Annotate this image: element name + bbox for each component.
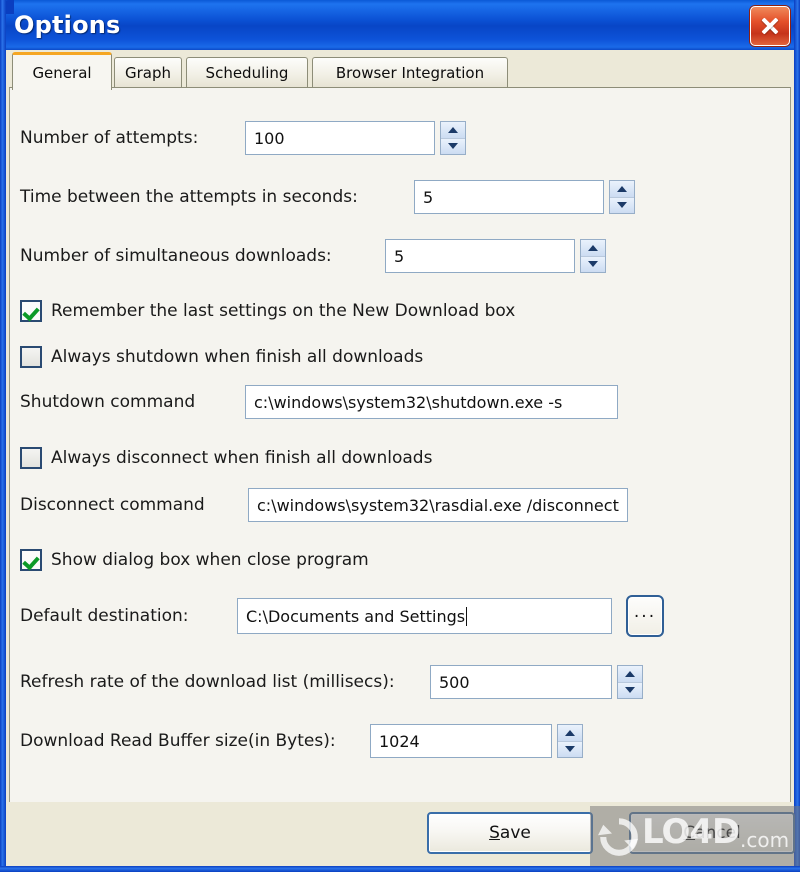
checkbox-show-dialog-on-close-label: Show dialog box when close program bbox=[51, 550, 369, 570]
stepper-down-icon[interactable] bbox=[441, 138, 465, 154]
stepper-down-icon[interactable] bbox=[581, 256, 605, 272]
options-dialog-window: Options General Graph Scheduling Browser… bbox=[0, 0, 800, 872]
input-default-destination-value: C:\Documents and Settings bbox=[246, 606, 466, 626]
stepper-time-between-attempts[interactable] bbox=[609, 180, 635, 214]
stepper-down-icon[interactable] bbox=[558, 741, 582, 757]
text-caret bbox=[466, 606, 468, 626]
input-disconnect-command-value: c:\windows\system32\rasdial.exe /disconn… bbox=[257, 495, 619, 515]
tab-general-label: General bbox=[32, 63, 92, 82]
input-shutdown-command-value: c:\windows\system32\shutdown.exe -s bbox=[254, 392, 563, 412]
stepper-up-icon[interactable] bbox=[558, 725, 582, 742]
checkbox-unchecked-icon bbox=[20, 447, 42, 469]
label-shutdown-command: Shutdown command bbox=[20, 392, 196, 412]
input-download-read-buffer[interactable]: 1024 bbox=[370, 724, 552, 758]
cancel-button[interactable]: Cancel bbox=[629, 812, 795, 854]
tab-graph-label: Graph bbox=[124, 64, 171, 82]
input-number-of-attempts[interactable]: 100 bbox=[245, 121, 435, 155]
input-default-destination[interactable]: C:\Documents and Settings bbox=[237, 598, 612, 634]
stepper-up-icon[interactable] bbox=[610, 181, 634, 198]
stepper-download-read-buffer[interactable] bbox=[557, 724, 583, 758]
stepper-up-icon[interactable] bbox=[441, 122, 465, 139]
row-shutdown-command: Shutdown command c:\windows\system32\shu… bbox=[20, 385, 618, 419]
row-disconnect-command: Disconnect command c:\windows\system32\r… bbox=[20, 488, 628, 522]
checkbox-always-shutdown-label: Always shutdown when finish all download… bbox=[51, 347, 424, 367]
label-default-destination: Default destination: bbox=[20, 606, 189, 626]
dialog-client-area: General Graph Scheduling Browser Integra… bbox=[6, 50, 795, 866]
stepper-up-icon[interactable] bbox=[581, 240, 605, 257]
tab-browser-integration-label: Browser Integration bbox=[335, 64, 485, 82]
row-download-read-buffer: Download Read Buffer size(in Bytes): 102… bbox=[20, 724, 583, 758]
dialog-button-bar: Save Cancel bbox=[9, 802, 795, 864]
input-refresh-rate[interactable]: 500 bbox=[430, 665, 612, 699]
checkbox-remember-last-settings-label: Remember the last settings on the New Do… bbox=[51, 301, 516, 321]
input-shutdown-command[interactable]: c:\windows\system32\shutdown.exe -s bbox=[245, 385, 618, 419]
tab-browser-integration[interactable]: Browser Integration bbox=[312, 57, 508, 88]
checkbox-remember-last-settings[interactable]: Remember the last settings on the New Do… bbox=[20, 300, 515, 322]
general-tab-panel: Number of attempts: 100 Time between the… bbox=[9, 87, 791, 814]
stepper-down-icon[interactable] bbox=[618, 682, 642, 698]
row-simultaneous-downloads: Number of simultaneous downloads: 5 bbox=[20, 239, 606, 273]
title-bar: Options bbox=[0, 0, 800, 50]
input-simultaneous-downloads[interactable]: 5 bbox=[385, 239, 575, 273]
stepper-refresh-rate[interactable] bbox=[617, 665, 643, 699]
label-time-between-attempts: Time between the attempts in seconds: bbox=[20, 187, 358, 207]
save-button[interactable]: Save bbox=[427, 812, 593, 854]
label-refresh-rate: Refresh rate of the download list (milli… bbox=[20, 672, 395, 692]
input-time-between-attempts[interactable]: 5 bbox=[414, 180, 604, 214]
input-time-between-attempts-value: 5 bbox=[423, 187, 434, 207]
tab-graph[interactable]: Graph bbox=[114, 57, 182, 88]
row-default-destination: Default destination: C:\Documents and Se… bbox=[20, 595, 664, 637]
checkbox-always-disconnect-label: Always disconnect when finish all downlo… bbox=[51, 448, 433, 468]
window-title: Options bbox=[14, 11, 121, 39]
save-button-label: ave bbox=[499, 823, 531, 843]
input-refresh-rate-value: 500 bbox=[439, 672, 470, 692]
label-number-of-attempts: Number of attempts: bbox=[20, 128, 199, 148]
cancel-button-accel: C bbox=[683, 823, 696, 843]
checkbox-unchecked-icon bbox=[20, 346, 42, 368]
input-download-read-buffer-value: 1024 bbox=[379, 731, 420, 751]
tab-strip: General Graph Scheduling Browser Integra… bbox=[6, 50, 794, 90]
input-simultaneous-downloads-value: 5 bbox=[394, 246, 405, 266]
checkbox-checked-icon bbox=[20, 549, 42, 571]
row-refresh-rate: Refresh rate of the download list (milli… bbox=[20, 665, 643, 699]
cancel-button-label: ancel bbox=[695, 823, 741, 843]
stepper-number-of-attempts[interactable] bbox=[440, 121, 466, 155]
checkbox-show-dialog-on-close[interactable]: Show dialog box when close program bbox=[20, 549, 369, 571]
label-download-read-buffer: Download Read Buffer size(in Bytes): bbox=[20, 731, 336, 751]
tab-scheduling-label: Scheduling bbox=[205, 64, 289, 82]
checkbox-checked-icon bbox=[20, 300, 42, 322]
window-border-bottom bbox=[0, 866, 800, 872]
stepper-up-icon[interactable] bbox=[618, 666, 642, 683]
save-button-accel: S bbox=[489, 823, 500, 843]
browse-folder-button-label: ... bbox=[633, 601, 657, 622]
row-time-between-attempts: Time between the attempts in seconds: 5 bbox=[20, 180, 635, 214]
window-border-right bbox=[794, 0, 800, 872]
input-number-of-attempts-value: 100 bbox=[254, 128, 285, 148]
tab-scheduling[interactable]: Scheduling bbox=[186, 57, 308, 88]
browse-folder-button[interactable]: ... bbox=[626, 595, 664, 637]
stepper-simultaneous-downloads[interactable] bbox=[580, 239, 606, 273]
stepper-down-icon[interactable] bbox=[610, 197, 634, 213]
label-disconnect-command: Disconnect command bbox=[20, 495, 205, 515]
checkbox-always-disconnect[interactable]: Always disconnect when finish all downlo… bbox=[20, 447, 432, 469]
close-icon[interactable] bbox=[750, 6, 790, 46]
input-disconnect-command[interactable]: c:\windows\system32\rasdial.exe /disconn… bbox=[248, 488, 628, 522]
checkbox-always-shutdown[interactable]: Always shutdown when finish all download… bbox=[20, 346, 423, 368]
row-number-of-attempts: Number of attempts: 100 bbox=[20, 121, 466, 155]
tab-general[interactable]: General bbox=[12, 52, 112, 90]
label-simultaneous-downloads: Number of simultaneous downloads: bbox=[20, 246, 332, 266]
